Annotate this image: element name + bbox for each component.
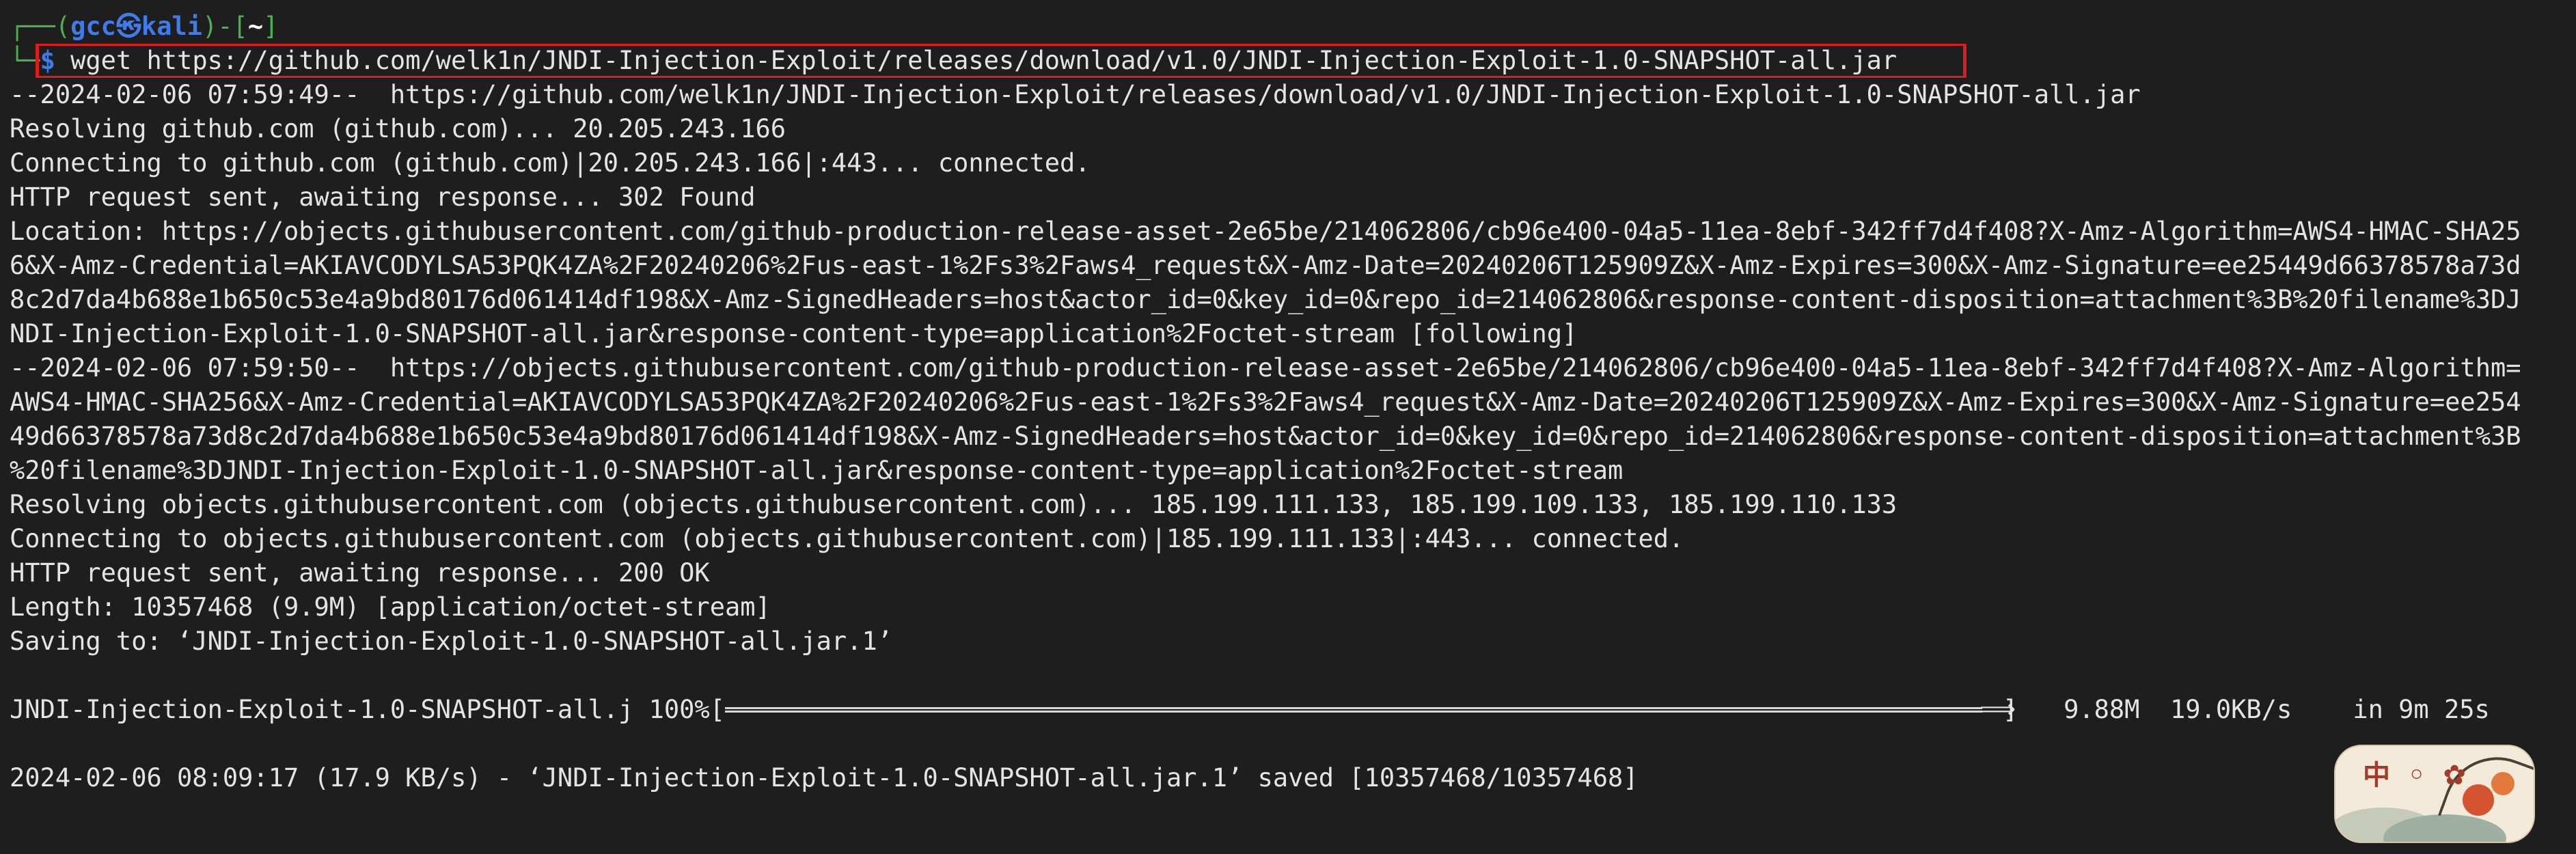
prompt-frame-mid: )-[ [202,12,248,41]
prompt-dollar: $ [40,46,55,75]
output-line: --2024-02-06 07:59:49-- https://github.c… [10,80,2141,109]
watermark-fruit [2491,772,2515,795]
output-line: NDI-Injection-Exploit-1.0-SNAPSHOT-all.j… [10,319,1578,348]
prompt-path: ~ [247,12,264,41]
output-line: 49d66378578a73d8c2d7da4b688e1b650c53e4a9… [10,422,2521,451]
prompt-frame-right: ] [263,12,279,41]
output-line: Saving to: ‘JNDI-Injection-Exploit-1.0-S… [10,626,893,656]
watermark-text: 中 ◦ ✿ [2363,760,2470,791]
progress-filename: JNDI-Injection-Exploit-1.0-SNAPSHOT-all.… [10,695,634,724]
download-complete-line: 2024-02-06 08:09:17 (17.9 KB/s) - ‘JNDI-… [10,763,1639,793]
output-line: HTTP request sent, awaiting response... … [10,182,756,212]
download-progress: JNDI-Injection-Exploit-1.0-SNAPSHOT-all.… [10,693,2566,727]
prompt-user-host: gcc㉿kali [70,12,203,41]
command-text: wget https://github.com/welk1n/JNDI-Inje… [55,46,1897,75]
prompt-frame-left: ┌──( [10,12,71,41]
prompt-frame-bottom: └─ [10,46,40,75]
output-line: HTTP request sent, awaiting response... … [10,558,710,588]
output-line: Resolving github.com (github.com)... 20.… [10,114,786,143]
progress-percent: 100%[ [633,695,725,724]
terminal-window[interactable]: ┌──(gcc㉿kali)-[~] └─$ wget https://githu… [0,0,2576,854]
output-line: %20filename%3DJNDI-Injection-Exploit-1.0… [10,456,1623,485]
output-line: Location: https://objects.githubusercont… [10,217,2521,246]
progress-stats: 9.88M 19.0KB/s in 9m 25s [2018,695,2490,724]
output-line: --2024-02-06 07:59:50-- https://objects.… [10,353,2521,383]
progress-bar-head: ⟹ [1979,694,2016,724]
output-line: 6&X-Amz-Credential=AKIAVCODYLSA53PQK4ZA%… [10,251,2521,280]
watermark-logo: 中 ◦ ✿ [2334,745,2535,843]
output-line: AWS4-HMAC-SHA256&X-Amz-Credential=AKIAVC… [10,387,2521,417]
command-line[interactable]: └─$ wget https://github.com/welk1n/JNDI-… [10,44,2566,78]
output-line: 8c2d7da4b688e1b650c53e4a9bd80176d061414d… [10,285,2521,314]
output-line: Connecting to github.com (github.com)|20… [10,148,1091,178]
output-line: Length: 10357468 (9.9M) [application/oct… [10,592,771,622]
progress-bar-fill [724,707,1982,713]
command-output: --2024-02-06 07:59:49-- https://github.c… [10,78,2566,659]
progress-bar: ⟹ [724,693,2016,727]
prompt-header: ┌──(gcc㉿kali)-[~] [10,10,2566,44]
output-line: Resolving objects.githubusercontent.com … [10,490,1897,519]
output-line: Connecting to objects.githubusercontent.… [10,524,1684,553]
